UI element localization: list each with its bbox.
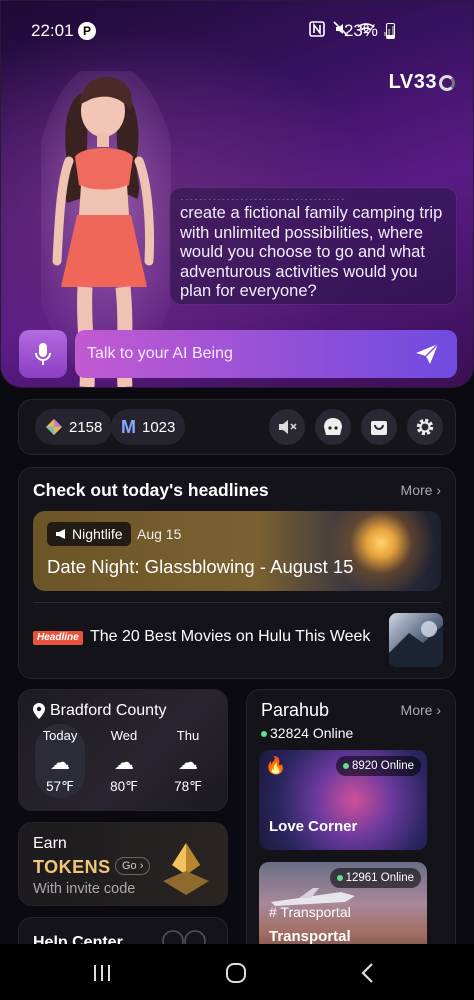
room-online-text: 8920 Online <box>351 760 414 772</box>
parahub-online-count: 32824 Online <box>261 725 353 741</box>
weather-card[interactable]: Bradford County Today Wed Thu ☁ ☁ ☁ 57℉ … <box>18 689 228 811</box>
movie-still-image <box>389 621 443 667</box>
voice-input-button[interactable] <box>19 330 67 378</box>
headlines-card: Check out today's headlines More › Night… <box>18 467 456 679</box>
sound-toggle-button[interactable] <box>269 409 305 445</box>
ai-message-bubble: .................................... cre… <box>169 187 457 305</box>
send-icon[interactable] <box>415 343 439 365</box>
fire-icon: 🔥 <box>265 756 287 775</box>
cloud-icon: ☁ <box>50 752 70 774</box>
gems-count: 2158 <box>69 418 103 436</box>
temp-wed: 80℉ <box>110 779 138 794</box>
currency-toolbar: 2158 M 1023 <box>18 399 456 455</box>
battery-percent: 23% <box>343 21 378 40</box>
ai-message-text: create a fictional family camping trip w… <box>180 204 443 300</box>
location-name: Bradford County <box>50 702 167 719</box>
cloud-icon: ☁ <box>114 752 134 774</box>
status-time: 22:01 <box>31 21 74 40</box>
category-tag: Nightlife <box>47 522 131 546</box>
room-online-badge: 12961 Online <box>329 868 421 888</box>
headlines-more-link[interactable]: More › <box>401 482 441 498</box>
gems-balance[interactable]: 2158 <box>35 409 113 445</box>
back-icon[interactable] <box>360 963 374 983</box>
shopping-bag-icon <box>371 421 387 435</box>
headline-badge: Headline <box>33 631 83 645</box>
featured-headline[interactable]: Nightlife Aug 15 Date Night: Glassblowin… <box>33 511 441 591</box>
battery-icon <box>386 23 395 39</box>
temp-thu: 78℉ <box>174 779 202 794</box>
chat-input-placeholder: Talk to your AI Being <box>87 345 233 362</box>
online-text: 32824 Online <box>270 725 354 741</box>
day-today: Today <box>42 728 78 743</box>
nfc-icon <box>309 21 325 37</box>
room-online-text: 12961 Online <box>345 872 414 884</box>
gear-icon <box>416 418 434 436</box>
m-coins-count: 1023 <box>142 418 176 436</box>
headline-item[interactable]: The 20 Best Movies on Hulu This Week <box>90 628 370 646</box>
level-label: LV33 <box>388 71 437 93</box>
headline-thumbnail[interactable] <box>389 613 443 667</box>
rain-cloud-icon: ☁ <box>178 752 198 774</box>
divider <box>33 602 441 603</box>
featured-title: Date Night: Glassblowing - August 15 <box>47 556 354 577</box>
m-coin-icon: M <box>121 416 136 437</box>
room-name: Transportal <box>269 928 351 945</box>
token-crystal-icon <box>163 843 209 895</box>
room-tag: # Transportal <box>269 904 351 920</box>
recent-apps-icon[interactable] <box>92 964 112 982</box>
tokens-label: TOKENS <box>33 857 111 877</box>
earn-label: Earn <box>33 835 67 852</box>
earn-tokens-card[interactable]: Earn TOKENS Go › With invite code <box>18 822 228 906</box>
bubble-fade-line: .................................... <box>180 192 446 200</box>
settings-button[interactable] <box>407 409 443 445</box>
weather-location: Bradford County <box>33 702 167 720</box>
day-wed: Wed <box>110 728 138 743</box>
more-label: More <box>400 482 433 498</box>
m-coins-balance[interactable]: M 1023 <box>111 409 186 445</box>
day-thu: Thu <box>176 728 200 743</box>
room-love-corner[interactable]: 🔥 8920 Online Love Corner <box>259 750 427 850</box>
online-dot <box>261 731 267 738</box>
chat-input[interactable]: Talk to your AI Being <box>75 330 457 378</box>
store-button[interactable] <box>361 409 397 445</box>
speaker-muted-icon <box>279 420 297 434</box>
character-face-icon <box>324 418 342 435</box>
temp-today: 57℉ <box>46 779 74 794</box>
featured-date: Aug 15 <box>137 526 182 542</box>
status-bar: 22:01 P 23% <box>1 1 473 61</box>
headlines-title: Check out today's headlines <box>33 480 269 500</box>
gem-icon <box>46 419 62 435</box>
room-name: Love Corner <box>269 818 358 835</box>
more-label: More <box>400 702 433 718</box>
go-label: Go <box>122 860 137 872</box>
online-dot <box>342 762 349 769</box>
featured-image <box>321 511 441 591</box>
location-pin-icon <box>33 703 45 719</box>
parahub-more-link[interactable]: More › <box>401 702 441 718</box>
hero-panel: 22:01 P 23% LV33 ................ <box>0 0 474 388</box>
character-button[interactable] <box>315 409 351 445</box>
room-online-badge: 8920 Online <box>335 756 421 776</box>
category-label: Nightlife <box>72 526 123 542</box>
microphone-icon <box>35 343 51 365</box>
system-nav-bar <box>0 944 474 1000</box>
online-dot <box>336 874 343 881</box>
megaphone-icon <box>56 529 65 539</box>
home-icon[interactable] <box>225 963 247 983</box>
invite-subtitle: With invite code <box>33 881 136 897</box>
p-badge-icon: P <box>78 22 96 40</box>
parahub-title: Parahub <box>261 700 330 720</box>
parahub-card: Parahub More › 32824 Online 🔥 8920 Onlin… <box>246 689 456 980</box>
go-button[interactable]: Go › <box>115 857 151 875</box>
level-badge[interactable]: LV33 <box>389 71 455 94</box>
level-progress-icon <box>439 74 455 91</box>
